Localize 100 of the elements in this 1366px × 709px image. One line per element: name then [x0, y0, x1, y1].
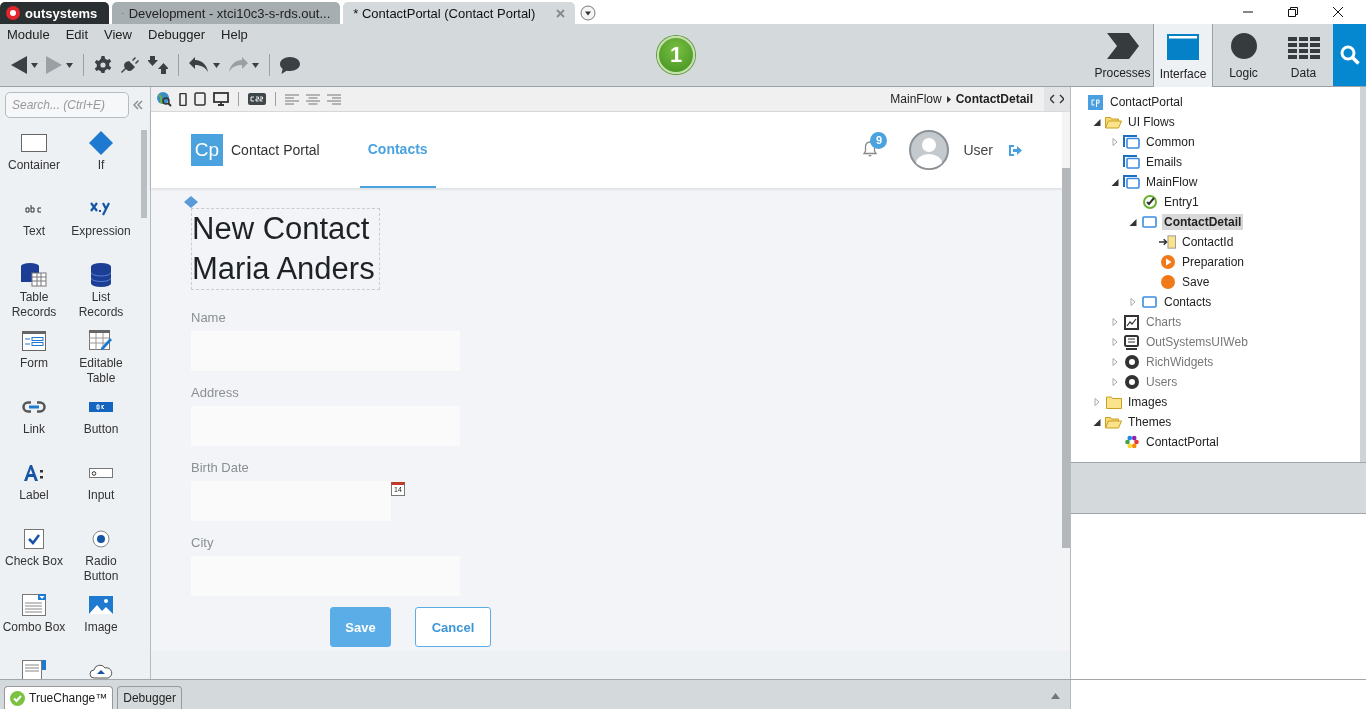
- collapsed-arrow-icon[interactable]: [1111, 318, 1119, 326]
- user-name[interactable]: User: [963, 142, 993, 158]
- code-icon[interactable]: [1044, 87, 1070, 111]
- expanded-arrow-icon[interactable]: [1129, 218, 1137, 226]
- menu-item[interactable]: View: [104, 27, 132, 42]
- tree-item[interactable]: ContactId: [1180, 234, 1236, 250]
- search-button[interactable]: [1333, 24, 1366, 86]
- align-right-icon[interactable]: [327, 93, 341, 105]
- widget-item[interactable]: Link: [0, 392, 68, 458]
- widget-item[interactable]: Check Box: [0, 524, 68, 590]
- tree-item[interactable]: Users: [1144, 374, 1180, 390]
- tree-item[interactable]: MainFlow: [1144, 174, 1200, 190]
- collapsed-arrow-icon[interactable]: [1093, 398, 1101, 406]
- widget-item[interactable]: Button: [68, 392, 134, 458]
- widget-item[interactable]: Radio Button: [68, 524, 134, 590]
- logout-icon[interactable]: [1009, 144, 1022, 156]
- tree-item[interactable]: Emails: [1144, 154, 1184, 170]
- color-wheel-icon: [1124, 435, 1139, 449]
- collapse-icon[interactable]: [133, 100, 143, 110]
- widget-item[interactable]: Text: [0, 194, 68, 260]
- section-tab[interactable]: Logic: [1213, 24, 1273, 86]
- widget-item[interactable]: Table Records: [0, 260, 68, 326]
- restore-icon[interactable]: [1287, 6, 1299, 18]
- breadcrumb-item[interactable]: ContactDetail: [955, 92, 1033, 106]
- collapsed-arrow-icon[interactable]: [1129, 298, 1137, 306]
- expand-icon[interactable]: [1051, 693, 1060, 699]
- menu-item[interactable]: Module: [7, 27, 50, 42]
- expanded-arrow-icon[interactable]: [1093, 418, 1101, 426]
- close-icon[interactable]: [1332, 6, 1344, 18]
- avatar-icon[interactable]: [909, 130, 950, 170]
- bell-icon[interactable]: [863, 140, 878, 157]
- database-icon: [91, 263, 111, 287]
- collapsed-arrow-icon[interactable]: [1111, 138, 1119, 146]
- search-field[interactable]: Search... (Ctrl+E): [5, 92, 129, 118]
- tablet-icon[interactable]: [194, 92, 206, 106]
- section-tab[interactable]: Processes: [1091, 24, 1153, 86]
- dropdown-icon[interactable]: [580, 5, 597, 21]
- phone-icon[interactable]: [179, 92, 187, 106]
- caret-icon[interactable]: [66, 62, 73, 68]
- widget-item[interactable]: Container: [0, 128, 68, 194]
- scrollbar-thumb[interactable]: [141, 130, 147, 218]
- menu-item[interactable]: Help: [221, 27, 248, 42]
- panel-tab[interactable]: TrueChange™: [4, 686, 114, 709]
- tree-item[interactable]: Entry1: [1162, 194, 1201, 210]
- breadcrumb-item[interactable]: MainFlow: [890, 92, 942, 106]
- panel-tab[interactable]: Debugger: [117, 686, 182, 709]
- align-left-icon[interactable]: [285, 93, 299, 105]
- tree-item[interactable]: Common: [1144, 134, 1197, 150]
- caret-icon[interactable]: [252, 62, 259, 68]
- widget-item[interactable]: Label: [0, 458, 68, 524]
- undo-icon[interactable]: [189, 57, 209, 73]
- tree-item[interactable]: Preparation: [1180, 254, 1247, 270]
- caret-icon[interactable]: [213, 62, 220, 68]
- app-tab[interactable]: * ContactPortal (Contact Portal): [343, 2, 576, 24]
- app-icon: [1088, 94, 1103, 110]
- settings-icon[interactable]: [94, 56, 112, 74]
- comment-icon[interactable]: [280, 56, 300, 74]
- widget-item[interactable]: List Records: [68, 260, 134, 326]
- tree-item[interactable]: ContactPortal: [1108, 94, 1185, 110]
- widget-item[interactable]: Input: [68, 458, 134, 524]
- tree-item[interactable]: Charts: [1144, 314, 1184, 330]
- expanded-arrow-icon[interactable]: [1111, 178, 1119, 186]
- tree-item[interactable]: Save: [1180, 274, 1212, 290]
- menu-item[interactable]: Edit: [65, 27, 89, 42]
- widget-item[interactable]: Form: [0, 326, 68, 392]
- expanded-arrow-icon[interactable]: [1093, 118, 1101, 126]
- menu-item[interactable]: Debugger: [148, 27, 206, 42]
- plug-icon[interactable]: [120, 56, 140, 74]
- tree-item[interactable]: RichWidgets: [1144, 354, 1216, 370]
- section-tab[interactable]: Data: [1273, 24, 1333, 86]
- collapsed-arrow-icon[interactable]: [1111, 338, 1119, 346]
- tree-item[interactable]: OutSystemsUIWeb: [1144, 334, 1250, 350]
- section-tab[interactable]: Interface: [1153, 24, 1213, 87]
- widget-item[interactable]: Editable Table: [68, 326, 134, 392]
- collapsed-arrow-icon[interactable]: [1111, 358, 1119, 366]
- widget-item[interactable]: Combo Box: [0, 590, 68, 656]
- widget-item[interactable]: Image: [68, 590, 134, 656]
- widget-item[interactable]: If: [68, 128, 134, 194]
- tree-item[interactable]: UI Flows: [1126, 114, 1177, 130]
- tree-item[interactable]: ContactDetail: [1162, 214, 1244, 230]
- back-icon[interactable]: [11, 56, 27, 74]
- publish-icon[interactable]: [148, 56, 168, 74]
- collapsed-arrow-icon[interactable]: [1111, 378, 1119, 386]
- align-center-icon[interactable]: [306, 93, 320, 105]
- search-icon: [1339, 45, 1360, 65]
- date-field[interactable]: [191, 481, 391, 521]
- css-icon[interactable]: [248, 93, 266, 105]
- tree-item[interactable]: ContactPortal: [1144, 434, 1221, 450]
- tree-item[interactable]: Contacts: [1162, 294, 1214, 310]
- caret-icon[interactable]: [31, 62, 38, 68]
- globe-search-icon[interactable]: [156, 91, 172, 107]
- tree-item[interactable]: Themes: [1126, 414, 1174, 430]
- scrollbar-thumb[interactable]: [1062, 168, 1070, 548]
- monitor-icon[interactable]: [213, 92, 229, 106]
- chevron-icon: [946, 95, 951, 103]
- tree-item[interactable]: Images: [1126, 394, 1170, 410]
- app-tab[interactable]: outsystems: [0, 2, 110, 24]
- widget-item[interactable]: Expression: [68, 194, 134, 260]
- app-tab[interactable]: Development - xtci10c3-s-rds.out...: [112, 2, 341, 24]
- grid-icon: [1287, 37, 1320, 59]
